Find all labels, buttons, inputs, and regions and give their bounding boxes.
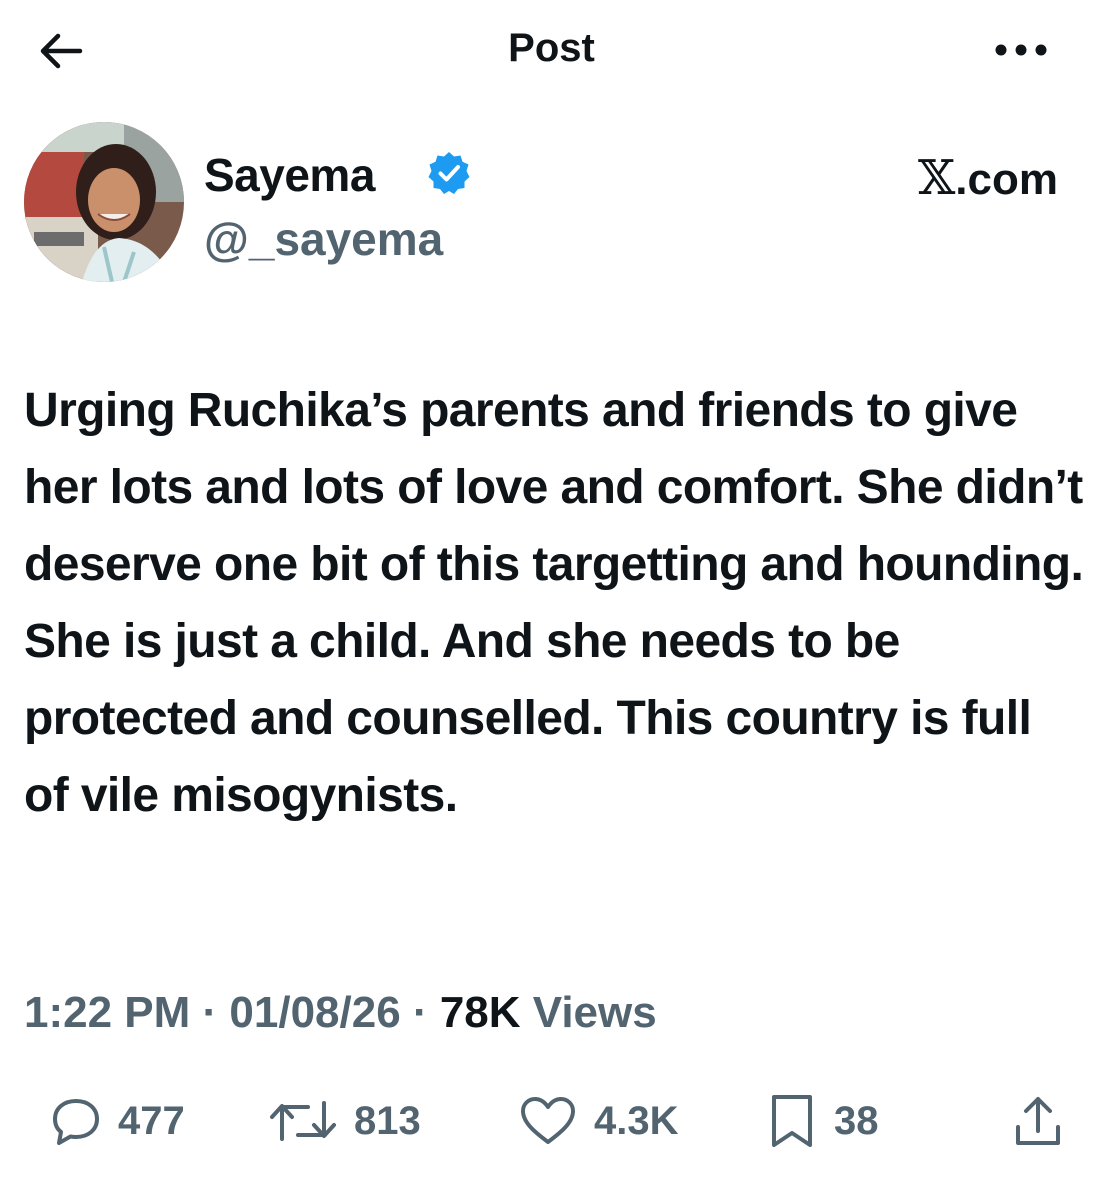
meta-separator: · <box>202 988 218 1037</box>
views-count: 78K <box>439 988 521 1037</box>
repost-count: 813 <box>354 1098 421 1143</box>
post-text: Urging Ruchika’s parents and friends to … <box>24 384 1084 822</box>
like-button[interactable]: 4.3K <box>518 1086 679 1156</box>
profile-photo <box>24 122 184 282</box>
bookmark-count: 38 <box>834 1098 879 1143</box>
reply-icon <box>53 1099 99 1145</box>
views-label: Views <box>532 988 657 1037</box>
more-options-button[interactable] <box>993 30 1049 70</box>
page-title: Post <box>508 26 595 70</box>
user-handle[interactable]: @_sayema <box>204 212 443 266</box>
reply-button[interactable]: 477 <box>50 1086 185 1156</box>
verified-badge-icon <box>428 152 470 194</box>
post-time[interactable]: 1:22 PM <box>24 988 190 1037</box>
source-label: .com <box>955 155 1058 204</box>
x-logo-icon: 𝕏 <box>918 150 956 206</box>
bookmark-icon <box>772 1095 812 1147</box>
share-button[interactable] <box>1010 1086 1066 1156</box>
post-meta: 1:22 PM · 01/08/26 · 78K Views <box>24 988 657 1038</box>
more-horizontal-icon <box>995 44 1047 56</box>
post-date[interactable]: 01/08/26 <box>229 988 400 1037</box>
action-bar: 477 813 4.3K 38 <box>0 1086 1103 1156</box>
share-icon <box>1016 1097 1060 1145</box>
repost-button[interactable]: 813 <box>268 1086 421 1156</box>
reply-count: 477 <box>118 1098 185 1143</box>
meta-separator: · <box>412 988 428 1037</box>
top-bar: Post <box>0 0 1103 100</box>
source-watermark: 𝕏.com <box>918 150 1058 206</box>
like-count: 4.3K <box>594 1098 679 1143</box>
heart-icon <box>521 1097 575 1144</box>
bookmark-button[interactable]: 38 <box>766 1086 879 1156</box>
repost-icon <box>270 1101 336 1141</box>
display-name[interactable]: Sayema <box>204 148 375 202</box>
post-author: Sayema @_sayema 𝕏.com <box>24 120 1084 290</box>
avatar[interactable] <box>24 122 184 282</box>
